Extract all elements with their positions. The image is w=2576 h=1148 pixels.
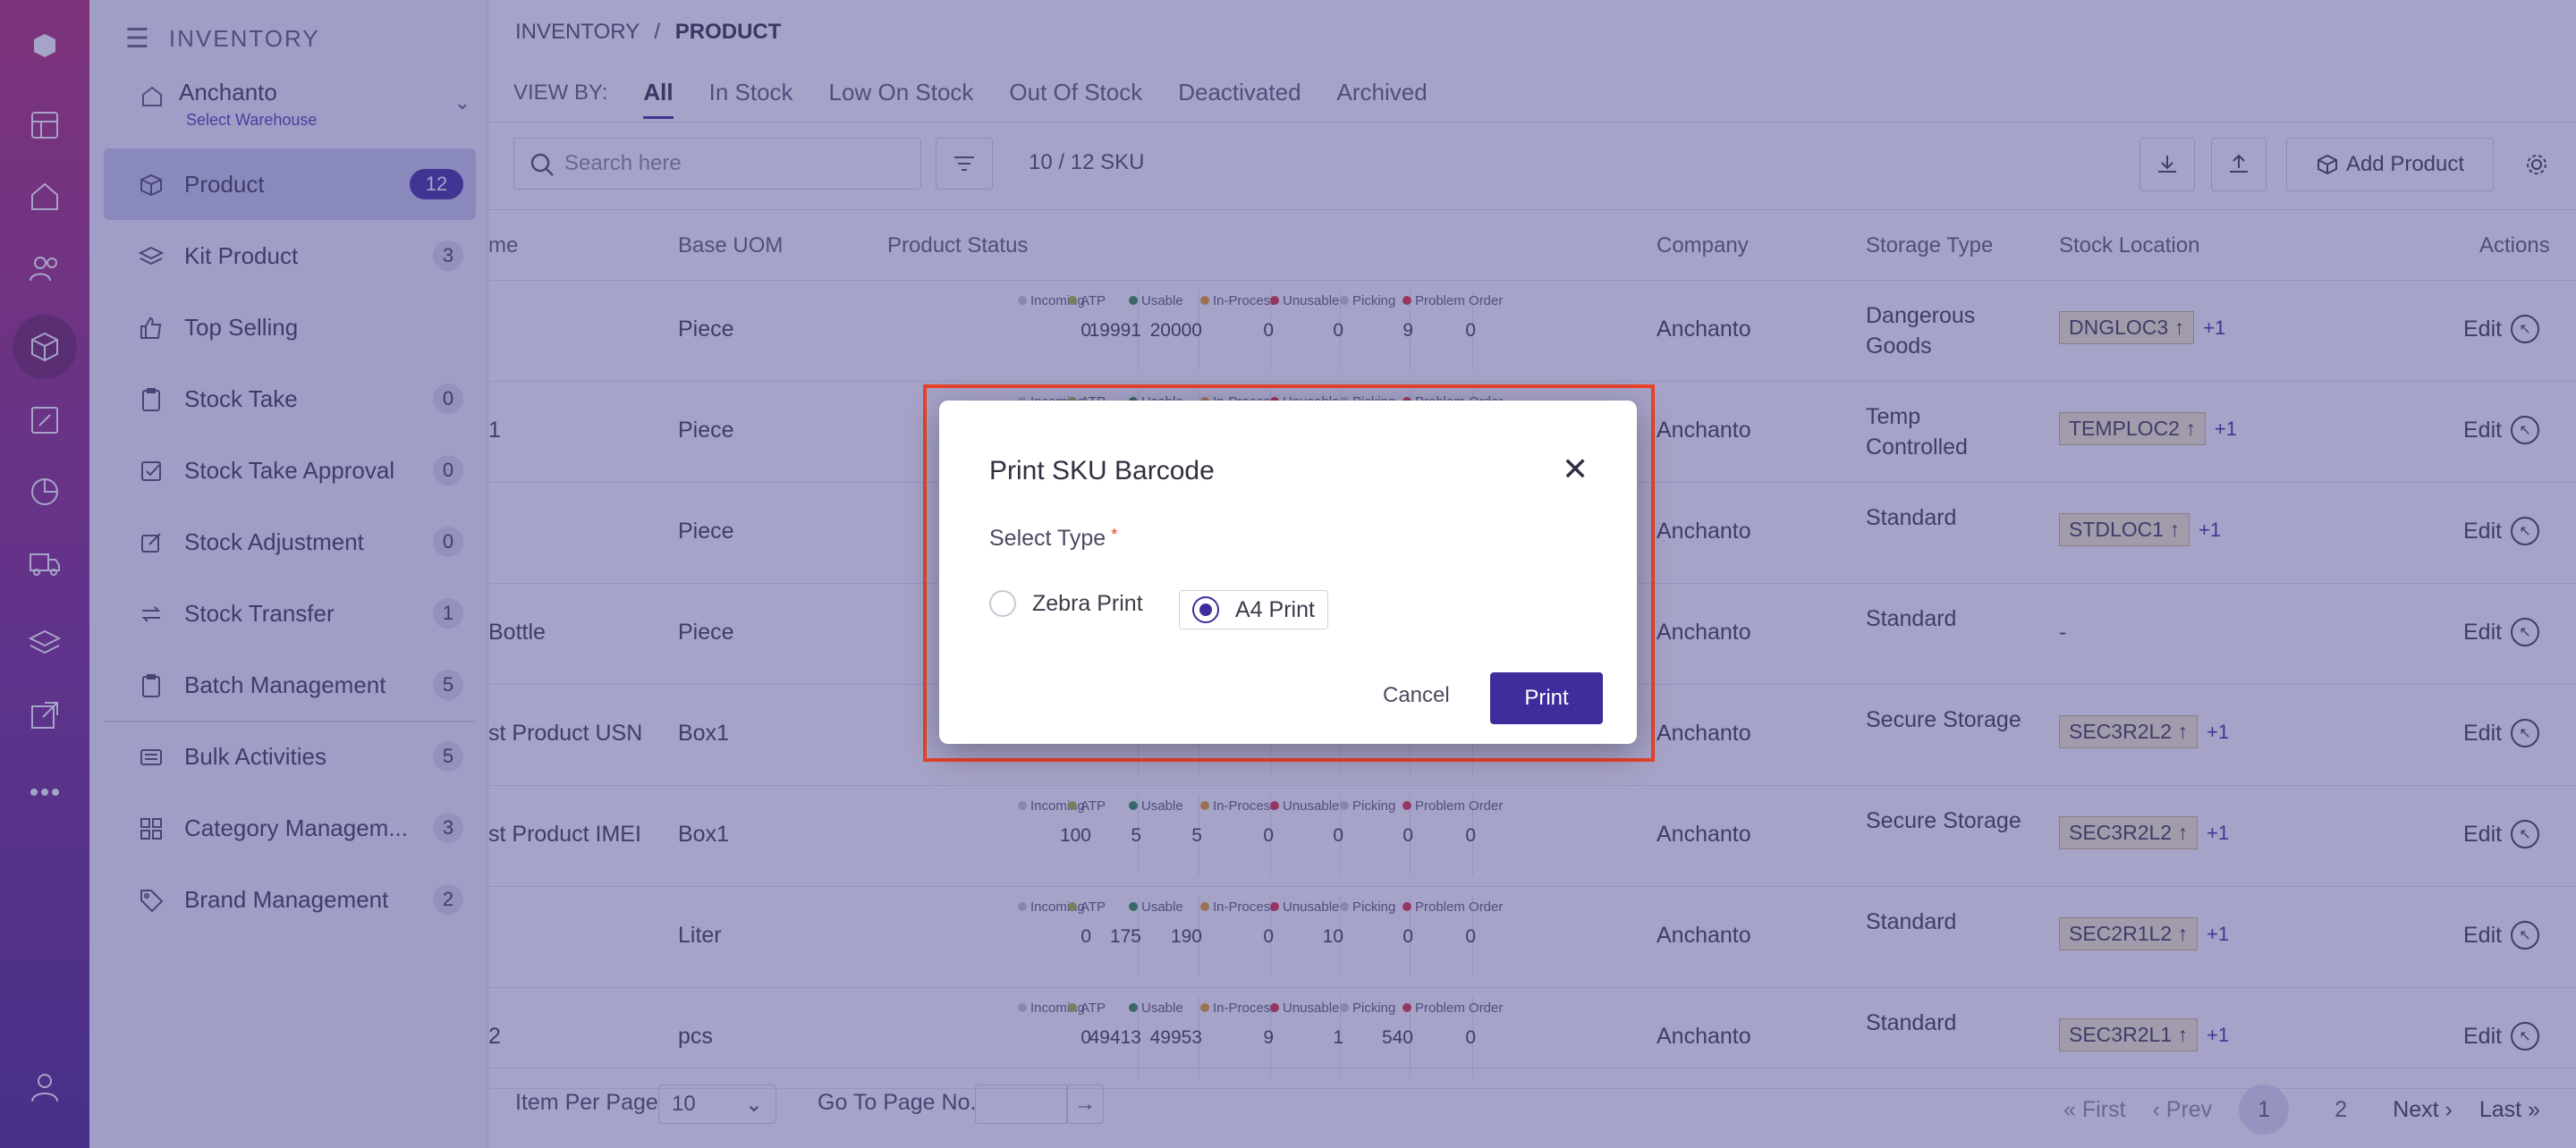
radio-button[interactable]	[1192, 596, 1219, 623]
close-icon[interactable]: ✕	[1562, 451, 1589, 488]
dialog-title: Print SKU Barcode	[989, 456, 1215, 485]
radio-zebra-print[interactable]: Zebra Print	[989, 590, 1143, 617]
print-button[interactable]: Print	[1490, 672, 1603, 724]
radio-label: A4 Print	[1235, 596, 1315, 622]
radio-a4-print[interactable]: A4 Print	[1179, 590, 1328, 629]
radio-button[interactable]	[989, 590, 1016, 617]
required-mark: *	[1111, 526, 1118, 544]
cancel-button[interactable]: Cancel	[1383, 683, 1450, 708]
select-type-text: Select Type	[989, 526, 1106, 551]
print-sku-barcode-dialog: Print SKU Barcode ✕ Select Type * Zebra P…	[939, 401, 1637, 744]
select-type-label: Select Type *	[989, 526, 1117, 552]
radio-label: Zebra Print	[1032, 590, 1143, 616]
